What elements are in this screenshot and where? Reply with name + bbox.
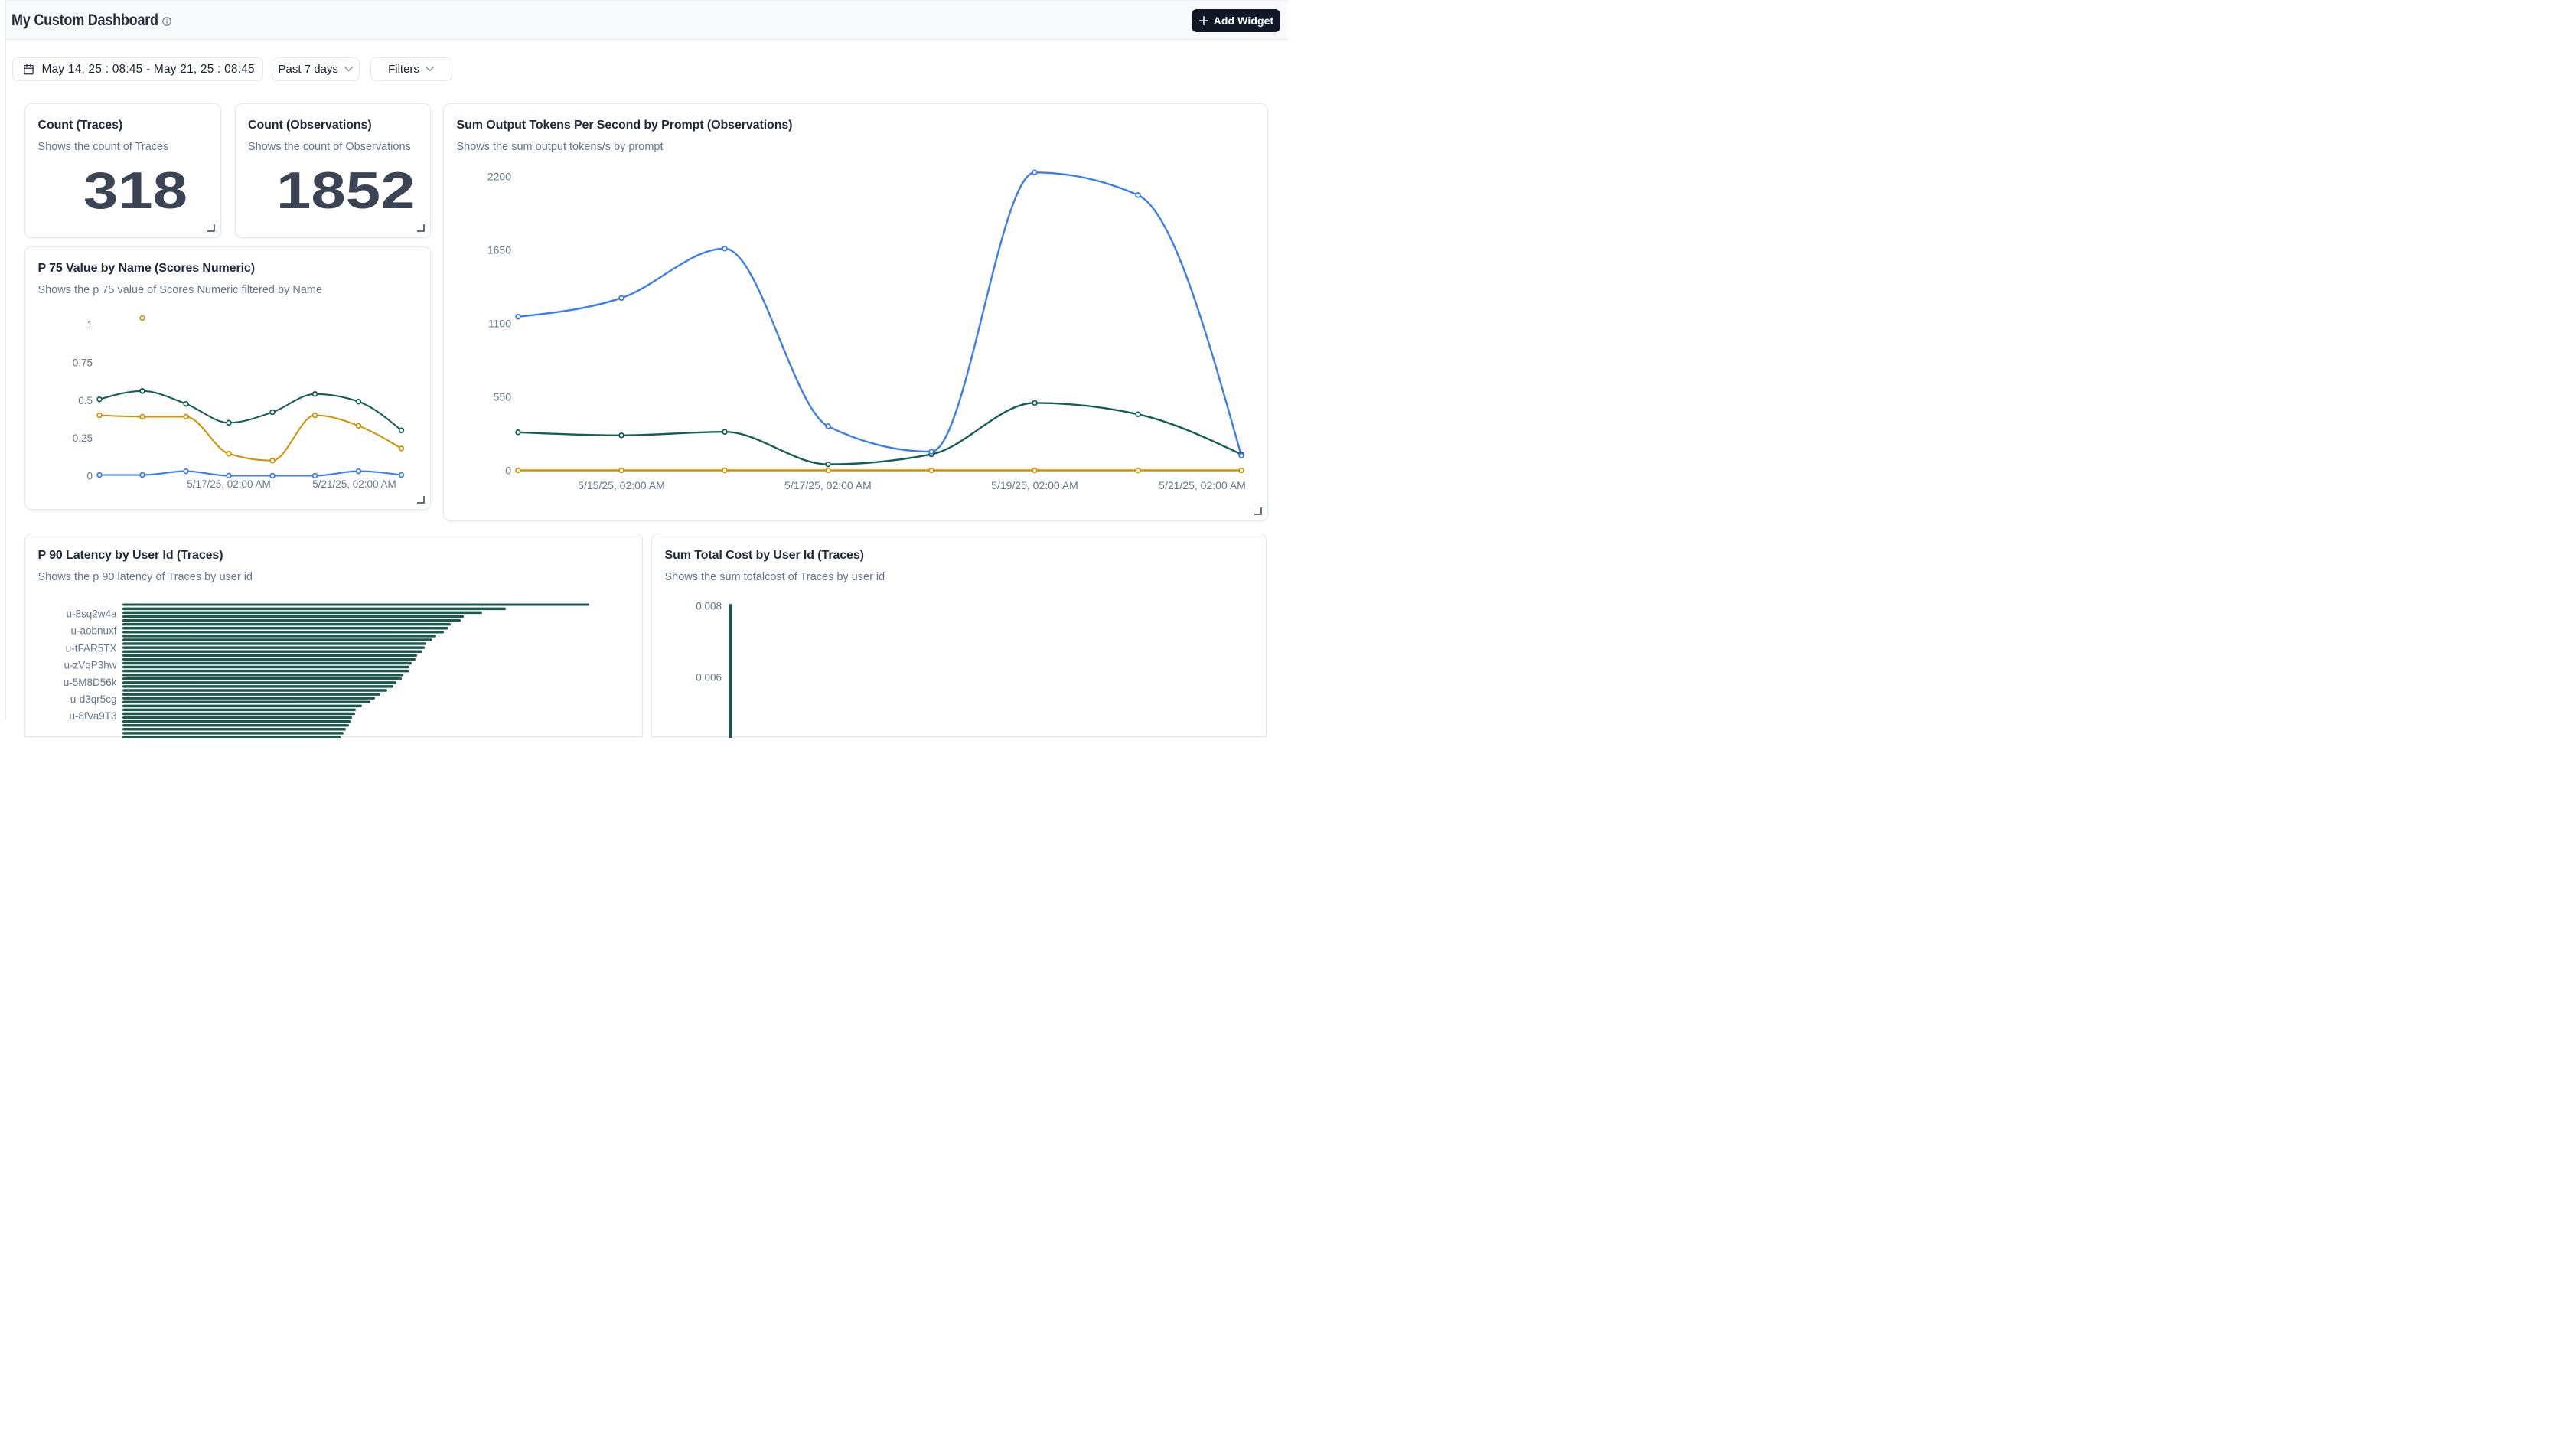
svg-text:0.008: 0.008 xyxy=(696,601,722,612)
svg-text:1100: 1100 xyxy=(488,317,511,329)
svg-text:5/19/25, 02:00 AM: 5/19/25, 02:00 AM xyxy=(991,479,1078,491)
svg-text:5/21/25, 02:00 AM: 5/21/25, 02:00 AM xyxy=(312,478,396,490)
svg-text:5/15/25, 02:00 AM: 5/15/25, 02:00 AM xyxy=(578,479,665,491)
svg-text:u-tFAR5TX: u-tFAR5TX xyxy=(66,643,117,654)
svg-text:u-8sq2w4a: u-8sq2w4a xyxy=(66,609,117,620)
svg-text:5/17/25, 02:00 AM: 5/17/25, 02:00 AM xyxy=(187,478,271,490)
svg-text:0.5: 0.5 xyxy=(78,395,93,406)
svg-text:u-zVqP3hw: u-zVqP3hw xyxy=(64,660,116,671)
svg-text:0.75: 0.75 xyxy=(73,357,93,368)
svg-text:5/21/25, 02:00 AM: 5/21/25, 02:00 AM xyxy=(1159,479,1246,491)
svg-text:u-aobnuxf: u-aobnuxf xyxy=(70,625,116,637)
svg-text:u-8fVa9T3: u-8fVa9T3 xyxy=(69,710,116,722)
svg-text:0.25: 0.25 xyxy=(73,432,93,444)
svg-text:0: 0 xyxy=(86,471,93,482)
svg-text:1650: 1650 xyxy=(487,243,511,256)
svg-text:u-d3qr5cg: u-d3qr5cg xyxy=(70,693,117,705)
svg-text:5/17/25, 02:00 AM: 5/17/25, 02:00 AM xyxy=(784,479,872,491)
svg-text:550: 550 xyxy=(494,390,512,403)
svg-text:u-5M8D56k: u-5M8D56k xyxy=(64,677,117,688)
svg-text:1: 1 xyxy=(86,319,93,331)
svg-text:2200: 2200 xyxy=(487,170,511,182)
svg-text:0: 0 xyxy=(505,464,511,476)
svg-text:0.006: 0.006 xyxy=(696,672,722,684)
